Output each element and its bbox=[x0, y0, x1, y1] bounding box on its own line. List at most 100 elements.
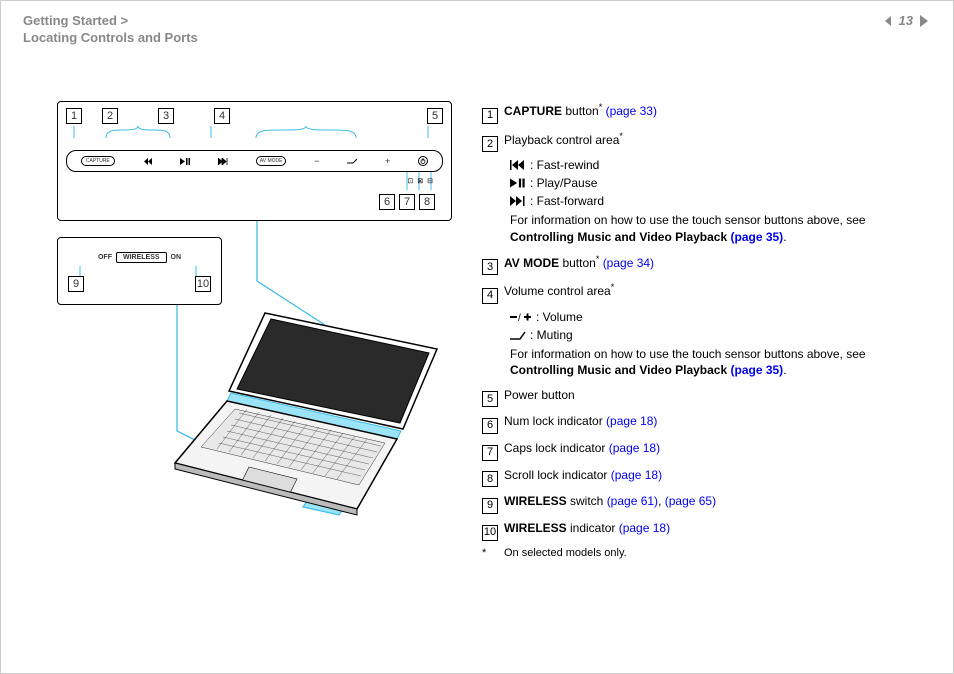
control-bar: CAPTURE AV MODE − + bbox=[66, 150, 443, 172]
description-item-1: 1CAPTURE button* (page 33) bbox=[482, 101, 913, 124]
callout-9: 9 bbox=[68, 276, 84, 292]
description-item-5: 5 Power button bbox=[482, 387, 913, 408]
fwd-icon bbox=[510, 194, 526, 208]
power-icon bbox=[420, 158, 426, 164]
callout-3: 3 bbox=[158, 108, 174, 124]
page-header: Getting Started > Locating Controls and … bbox=[23, 13, 931, 53]
descriptions-column: 1CAPTURE button* (page 33) 2Playback cont… bbox=[482, 101, 913, 559]
svg-text:/: / bbox=[518, 313, 521, 322]
breadcrumb-line1: Getting Started > bbox=[23, 13, 198, 30]
minusplus-icon: / bbox=[510, 310, 532, 324]
callout-4: 4 bbox=[214, 108, 230, 124]
page-number: 13 bbox=[899, 13, 913, 28]
diagram-panel-controls: 1 2 3 4 5 CAPTURE AV MODE − bbox=[57, 101, 452, 221]
desc-numbox-1: 1 bbox=[482, 108, 498, 124]
wireless-switch-graphic: WIRELESS bbox=[116, 252, 167, 263]
desc-text: button bbox=[562, 104, 599, 118]
asterisk: * bbox=[611, 282, 615, 292]
diagram-panel-wireless: OFF WIRELESS ON 9 10 bbox=[57, 237, 222, 305]
page-link[interactable]: (page 35) bbox=[731, 230, 784, 244]
description-item-6: 6 Num lock indicator (page 18) bbox=[482, 413, 913, 434]
breadcrumb: Getting Started > Locating Controls and … bbox=[23, 13, 198, 47]
fast-forward-icon bbox=[218, 158, 228, 165]
footnote: *On selected models only. bbox=[482, 547, 913, 559]
desc-text: Controlling Music and Video Playback bbox=[510, 363, 731, 377]
nav-prev-icon[interactable] bbox=[883, 15, 895, 27]
callout-5: 5 bbox=[427, 108, 443, 124]
laptop-icon bbox=[157, 309, 457, 519]
description-item-9: 9WIRELESS switch (page 61), (page 65) bbox=[482, 493, 913, 514]
avmode-button-graphic: AV MODE bbox=[256, 156, 287, 166]
nav-next-icon[interactable] bbox=[917, 14, 931, 28]
desc-text: Playback control area bbox=[504, 133, 619, 147]
desc-numbox-4: 4 bbox=[482, 288, 498, 304]
description-item-2: 2Playback control area* bbox=[482, 130, 913, 153]
desc-text: Power button bbox=[504, 388, 575, 402]
page-link[interactable]: (page 61) bbox=[607, 494, 658, 508]
description-item-3: 3AV MODE button* (page 34) bbox=[482, 253, 913, 276]
description-item-7: 7 Caps lock indicator (page 18) bbox=[482, 440, 913, 461]
desc-text: . bbox=[783, 230, 786, 244]
page-nav: 13 bbox=[883, 13, 931, 28]
description-item-8: 8 Scroll lock indicator (page 18) bbox=[482, 467, 913, 488]
mute-icon bbox=[510, 328, 526, 342]
desc-numbox-6: 6 bbox=[482, 418, 498, 434]
desc-text: Caps lock indicator bbox=[504, 441, 609, 455]
scrolllock-indicator-icon: ⊟ bbox=[427, 178, 437, 185]
desc-text: , bbox=[658, 494, 665, 508]
desc-text: WIRELESS bbox=[504, 521, 567, 535]
callout-8: 8 bbox=[419, 194, 435, 210]
page-link[interactable]: (page 18) bbox=[609, 441, 660, 455]
indicator-row: ⊡⊠⊟ bbox=[407, 177, 437, 185]
desc-numbox-5: 5 bbox=[482, 391, 498, 407]
page-link[interactable]: (page 18) bbox=[611, 468, 662, 482]
play-pause-icon bbox=[180, 158, 190, 165]
callout-row-wireless: 9 10 bbox=[68, 276, 211, 292]
desc-sub-text: : Play/Pause bbox=[530, 176, 597, 190]
volume-plus-graphic: + bbox=[385, 156, 390, 166]
wireless-bar: OFF WIRELESS ON bbox=[68, 252, 211, 263]
desc-text: button bbox=[559, 256, 596, 270]
desc-numbox-8: 8 bbox=[482, 471, 498, 487]
callout-row-top: 1 2 3 4 5 bbox=[66, 108, 443, 124]
wireless-leader-lines-icon bbox=[68, 266, 213, 276]
capture-button-graphic: CAPTURE bbox=[81, 156, 115, 166]
desc-note: For information on how to use the touch … bbox=[510, 212, 913, 244]
page-link[interactable]: (page 33) bbox=[606, 104, 657, 118]
rewind-icon bbox=[143, 158, 153, 165]
desc-text: Scroll lock indicator bbox=[504, 468, 611, 482]
desc-sub-text: : Fast-rewind bbox=[530, 158, 599, 172]
page-link[interactable]: (page 35) bbox=[731, 363, 784, 377]
page-link[interactable]: (page 18) bbox=[619, 521, 670, 535]
desc-text: For information on how to use the touch … bbox=[510, 347, 866, 361]
desc-sub: : Fast-rewind bbox=[510, 158, 913, 172]
callout-row-indicators: 6 7 8 bbox=[379, 194, 435, 210]
page-link[interactable]: (page 34) bbox=[603, 256, 654, 270]
desc-sub: : Muting bbox=[510, 328, 913, 342]
callout-brackets-icon bbox=[66, 126, 446, 150]
diagram-column: 1 2 3 4 5 CAPTURE AV MODE − bbox=[57, 101, 452, 559]
desc-numbox-10: 10 bbox=[482, 525, 498, 541]
desc-text: WIRELESS bbox=[504, 494, 567, 508]
desc-text: Num lock indicator bbox=[504, 414, 606, 428]
callout-6: 6 bbox=[379, 194, 395, 210]
callout-1: 1 bbox=[66, 108, 82, 124]
asterisk: * bbox=[619, 131, 623, 141]
desc-sub-text: : Volume bbox=[536, 310, 583, 324]
desc-numbox-9: 9 bbox=[482, 498, 498, 514]
capslock-indicator-icon: ⊠ bbox=[417, 178, 427, 185]
desc-text: For information on how to use the touch … bbox=[510, 213, 866, 227]
desc-note: For information on how to use the touch … bbox=[510, 346, 913, 378]
page-link[interactable]: (page 18) bbox=[606, 414, 657, 428]
numlock-indicator-icon: ⊡ bbox=[407, 178, 417, 185]
rewind-icon bbox=[510, 158, 526, 172]
footnote-text: On selected models only. bbox=[504, 547, 627, 559]
mute-icon bbox=[347, 158, 357, 164]
desc-numbox-7: 7 bbox=[482, 445, 498, 461]
desc-text: AV MODE bbox=[504, 256, 559, 270]
content: 1 2 3 4 5 CAPTURE AV MODE − bbox=[57, 101, 913, 559]
page-link[interactable]: (page 65) bbox=[665, 494, 716, 508]
playpause-icon bbox=[510, 176, 526, 190]
breadcrumb-line2: Locating Controls and Ports bbox=[23, 30, 198, 47]
desc-text: Controlling Music and Video Playback bbox=[510, 230, 731, 244]
